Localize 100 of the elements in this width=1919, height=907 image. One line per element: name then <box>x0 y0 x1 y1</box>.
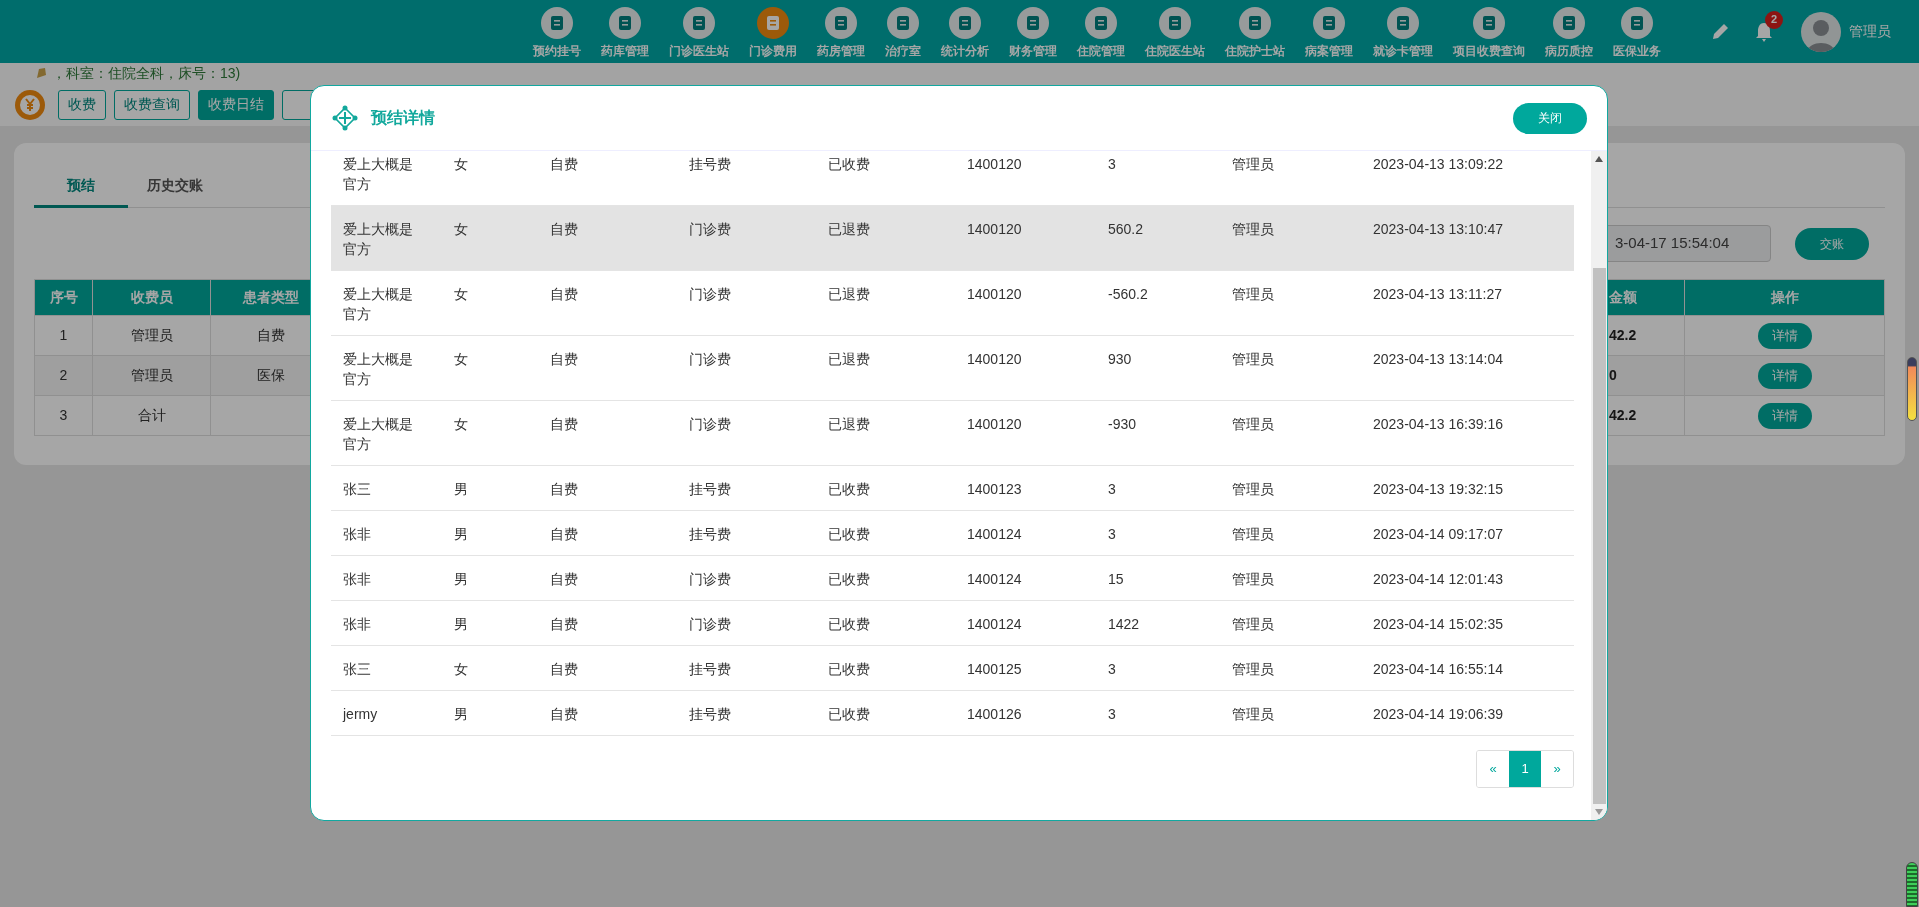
table-cell-text: 1400120 <box>967 155 1023 174</box>
page-button[interactable]: 1 <box>1509 751 1541 787</box>
nav-item[interactable]: 财务管理 <box>1009 7 1057 60</box>
document-icon[interactable] <box>1017 7 1049 39</box>
nav-item[interactable]: 就诊卡管理 <box>1373 7 1433 60</box>
table-cell-text: 已收费 <box>828 660 871 679</box>
nav-item[interactable]: 药库管理 <box>601 7 649 60</box>
nav-item[interactable]: 治疗室 <box>885 7 921 60</box>
table-cell-text: 已收费 <box>828 155 871 174</box>
nav-item[interactable]: 病历质控 <box>1545 7 1593 60</box>
column-header: 序号 <box>35 280 93 316</box>
table-cell-text: 管理员 <box>1232 350 1275 369</box>
document-icon[interactable] <box>825 7 857 39</box>
table-row[interactable]: 爱上大概是官方 女 自费 门诊费 已退费 1400120 560.2 管理员 2023-04-13 13:10:47 <box>331 206 1574 271</box>
document-icon[interactable] <box>609 7 641 39</box>
table-cell-text: 自费 <box>550 615 579 634</box>
column-header: 操作 <box>1685 280 1885 316</box>
scroll-down-icon[interactable] <box>1595 809 1603 815</box>
table-cell-text: 男 <box>454 480 469 499</box>
table-cell-text: 2023-04-13 13:14:04 <box>1373 350 1504 369</box>
table-cell-text: 管理员 <box>1232 525 1275 544</box>
document-icon[interactable] <box>1553 7 1585 39</box>
table-cell-text: 2023-04-13 16:39:16 <box>1373 415 1504 434</box>
table-cell-text: 挂号费 <box>689 155 732 174</box>
nav-item[interactable]: 门诊费用 <box>749 7 797 60</box>
table-cell-text: 张非 <box>343 615 372 634</box>
nav-item[interactable]: 预约挂号 <box>533 7 581 60</box>
table-cell-text: 已收费 <box>828 480 871 499</box>
coin-icon <box>14 88 46 121</box>
table-cell-text: 自费 <box>550 570 579 589</box>
table-cell-text: 门诊费 <box>689 220 732 239</box>
document-icon[interactable] <box>1473 7 1505 39</box>
document-icon[interactable] <box>1085 7 1117 39</box>
nav-item[interactable]: 医保业务 <box>1613 7 1661 60</box>
nav-item[interactable]: 门诊医生站 <box>669 7 729 60</box>
details-button[interactable]: 详情 <box>1757 362 1812 389</box>
document-icon[interactable] <box>1159 7 1191 39</box>
table-cell-text: 爱上大概是官方 <box>343 285 414 324</box>
table-cell-text: 自费 <box>550 155 579 174</box>
avatar[interactable] <box>1801 11 1841 52</box>
table-cell-text: 3 <box>1108 155 1117 174</box>
table-cell-text: 管理员 <box>1232 285 1275 304</box>
table-cell-text: 爱上大概是官方 <box>343 350 414 389</box>
scrollbar-thumb[interactable] <box>1592 268 1606 804</box>
meter-drawing <box>1906 862 1918 907</box>
table-cell-text: 管理员 <box>1232 155 1275 174</box>
table-cell-text: 1400125 <box>967 660 1023 679</box>
document-icon[interactable] <box>541 7 573 39</box>
document-icon[interactable] <box>1239 7 1271 39</box>
table-cell-text: 管理员 <box>1232 660 1275 679</box>
table-cell-text: 女 <box>454 220 469 239</box>
table-cell-text: 女 <box>454 350 469 369</box>
table-cell-text: 1422 <box>1108 615 1141 634</box>
table-cell-text: 管理员 <box>1232 570 1275 589</box>
table-cell-text: 2023-04-14 12:01:43 <box>1373 570 1504 589</box>
table-cell-text: 自费 <box>550 480 579 499</box>
details-button[interactable]: 详情 <box>1757 322 1812 349</box>
toolbar-button[interactable]: 收费查询 <box>114 89 190 120</box>
close-button[interactable]: 关闭 <box>1513 102 1587 134</box>
document-icon[interactable] <box>949 7 981 39</box>
document-icon[interactable] <box>683 7 715 39</box>
document-icon[interactable] <box>1387 7 1419 39</box>
nav-item[interactable]: 统计分析 <box>941 7 989 60</box>
tab[interactable]: 预结 <box>34 165 128 208</box>
dialog-title: 预结详情 <box>371 108 435 128</box>
bell-icon <box>34 66 48 80</box>
user-name[interactable]: 管理员 <box>1849 21 1891 42</box>
document-icon[interactable] <box>757 7 789 39</box>
document-icon[interactable] <box>1313 7 1345 39</box>
table-cell-text: 男 <box>454 525 469 544</box>
details-button[interactable]: 详情 <box>1757 402 1812 429</box>
nav-item[interactable]: 住院护士站 <box>1225 7 1285 60</box>
table-cell-text: 挂号费 <box>689 480 732 499</box>
notice-text: ，科室：住院全科，床号：13) <box>52 63 241 83</box>
document-icon[interactable] <box>887 7 919 39</box>
toolbar-button[interactable]: 收费日结 <box>198 89 274 120</box>
nav-item[interactable]: 项目收费查询 <box>1453 7 1525 60</box>
nav-item[interactable]: 住院管理 <box>1077 7 1125 60</box>
table-cell-text: 张三 <box>343 660 372 679</box>
table-cell-text: jermy <box>343 705 379 724</box>
table-cell-text: 管理员 <box>1232 480 1275 499</box>
table-cell-text: 已退费 <box>828 350 871 369</box>
table-cell-text: 爱上大概是官方 <box>343 155 414 194</box>
table-cell-text: 2023-04-13 13:10:47 <box>1373 220 1504 239</box>
table-cell: 管理员 <box>93 356 211 396</box>
table-cell-text: 3 <box>1108 525 1117 544</box>
table-cell-text: 挂号费 <box>689 525 732 544</box>
notification-badge: 2 <box>1765 10 1783 29</box>
table-cell-text: 女 <box>454 660 469 679</box>
table-cell-text: 1400124 <box>967 570 1023 589</box>
nav-item[interactable]: 病案管理 <box>1305 7 1353 60</box>
scroll-up-icon[interactable] <box>1595 156 1603 162</box>
submit-button[interactable]: 交账 <box>1795 227 1869 260</box>
nav-item[interactable]: 住院医生站 <box>1145 7 1205 60</box>
table-cell-text: 1400120 <box>967 220 1023 239</box>
tab[interactable]: 历史交账 <box>128 165 222 208</box>
nav-item[interactable]: 药房管理 <box>817 7 865 60</box>
scrollbar[interactable] <box>1591 151 1607 820</box>
toolbar-button[interactable]: 收费 <box>58 89 106 120</box>
document-icon[interactable] <box>1621 7 1653 39</box>
